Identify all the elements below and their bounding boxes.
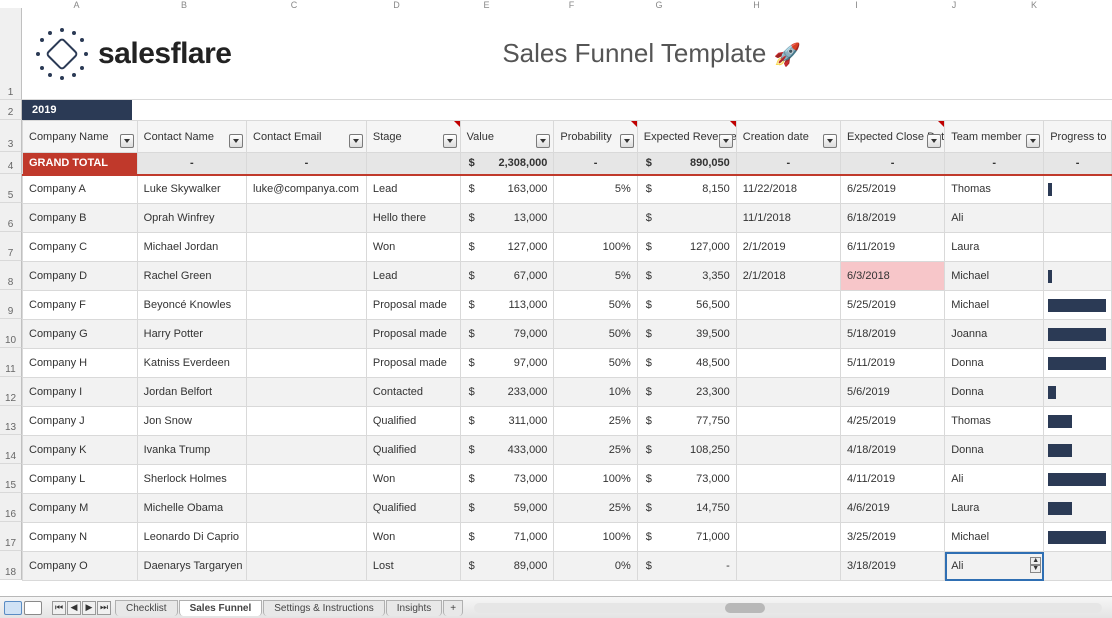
last-sheet-button[interactable]: ⏭ [97,601,111,615]
grand-total-row: GRAND TOTAL--$2,308,000-$890,050---- [23,153,1112,175]
table-row[interactable]: Company IJordan BelfortContacted$233,000… [23,378,1112,407]
table-row[interactable]: Company DRachel GreenLead$67,0005%$3,350… [23,262,1112,291]
page-layout-view-icon[interactable] [24,601,42,615]
progress-bar [1048,444,1072,457]
next-sheet-button[interactable]: ▶ [82,601,96,615]
progress-bar [1048,357,1106,370]
table-row[interactable]: Company BOprah WinfreyHello there$13,000… [23,204,1112,233]
table-row[interactable]: Company GHarry PotterProposal made$79,00… [23,320,1112,349]
table-row[interactable]: Company NLeonardo Di CaprioWon$71,000100… [23,523,1112,552]
year-label: 2019 [22,100,132,120]
progress-bar [1048,299,1106,312]
table-row[interactable]: Company LSherlock HolmesWon$73,000100%$7… [23,465,1112,494]
progress-bar [1048,328,1106,341]
column-header[interactable]: Value [460,121,554,153]
table-row[interactable]: Company FBeyoncé KnowlesProposal made$11… [23,291,1112,320]
sheet-tab[interactable]: Checklist [115,600,178,616]
column-header[interactable]: Company Name [23,121,138,153]
filter-dropdown-icon[interactable] [1026,134,1040,148]
column-header[interactable]: Expected Close Date [840,121,944,153]
row-numbers: 123456789101112131415161718 [0,8,22,580]
column-header[interactable]: Probability [554,121,637,153]
salesflare-icon [36,28,88,80]
table-row[interactable]: Company ALuke Skywalkerluke@companya.com… [23,175,1112,204]
normal-view-icon[interactable] [4,601,22,615]
filter-dropdown-icon[interactable] [823,134,837,148]
column-header[interactable]: Contact Name [137,121,246,153]
first-sheet-button[interactable]: ⏮ [52,601,66,615]
filter-dropdown-icon[interactable] [229,134,243,148]
filter-dropdown-icon[interactable] [536,134,550,148]
column-headers: ABCDEFGHIJK [22,0,1112,8]
progress-bar [1048,415,1072,428]
progress-bar [1048,183,1052,196]
sheet-tabs[interactable]: ChecklistSales FunnelSettings & Instruct… [115,600,464,616]
sheet-tab[interactable]: Settings & Instructions [263,600,385,616]
progress-bar [1048,531,1106,544]
table-row[interactable]: Company JJon SnowQualified$311,00025%$77… [23,407,1112,436]
column-header[interactable]: Stage [366,121,460,153]
add-sheet-button[interactable]: + [443,600,463,616]
column-header[interactable]: Expected Revenue [637,121,736,153]
column-header[interactable]: Progress to [1044,121,1112,153]
page-title: Sales Funnel Template [502,38,766,68]
column-header[interactable]: Contact Email [247,121,367,153]
table-row[interactable]: Company ODaenarys TargaryenLost$89,0000%… [23,552,1112,581]
sheet-nav[interactable]: ⏮ ◀ ▶ ⏭ [52,601,111,615]
horizontal-scrollbar[interactable] [474,603,1102,613]
table-row[interactable]: Company CMichael JordanWon$127,000100%$1… [23,233,1112,262]
column-header[interactable]: Creation date [736,121,840,153]
sales-table: Company NameContact NameContact EmailSta… [22,120,1112,581]
filter-dropdown-icon[interactable] [443,134,457,148]
filter-dropdown-icon[interactable] [927,134,941,148]
sheet-tab[interactable]: Insights [386,600,442,616]
progress-bar [1048,270,1052,283]
progress-bar [1048,473,1106,486]
sheet-tab[interactable]: Sales Funnel [179,600,263,616]
status-bar: ⏮ ◀ ▶ ⏭ ChecklistSales FunnelSettings & … [0,596,1112,618]
progress-bar [1048,502,1072,515]
table-row[interactable]: Company HKatniss EverdeenProposal made$9… [23,349,1112,378]
prev-sheet-button[interactable]: ◀ [67,601,81,615]
filter-dropdown-icon[interactable] [120,134,134,148]
title-banner: salesflare Sales Funnel Template 🚀 [22,8,1112,100]
cell-stepper[interactable]: ▲▼ [1030,557,1041,573]
table-header-row: Company NameContact NameContact EmailSta… [23,121,1112,153]
view-mode-icons[interactable] [0,601,46,615]
filter-dropdown-icon[interactable] [620,134,634,148]
column-header[interactable]: Team member [945,121,1044,153]
rocket-icon: 🚀 [774,42,801,67]
filter-dropdown-icon[interactable] [349,134,363,148]
progress-bar [1048,386,1056,399]
table-row[interactable]: Company KIvanka TrumpQualified$433,00025… [23,436,1112,465]
table-row[interactable]: Company MMichelle ObamaQualified$59,0002… [23,494,1112,523]
filter-dropdown-icon[interactable] [719,134,733,148]
